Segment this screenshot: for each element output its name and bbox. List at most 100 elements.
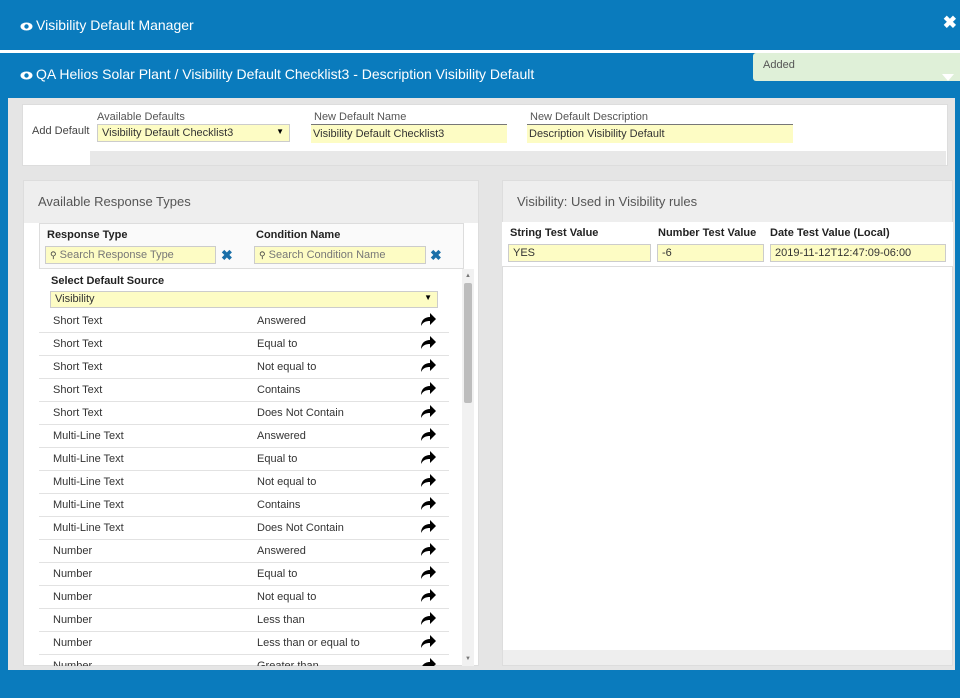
list-item[interactable]: Short Text Does Not Contain: [39, 402, 449, 425]
list-item[interactable]: Multi-Line Text Equal to: [39, 448, 449, 471]
new-default-description-input[interactable]: Description Visibility Default: [527, 124, 793, 143]
condition-name-cell: Contains: [257, 499, 301, 511]
condition-name-cell: Not equal to: [257, 476, 317, 488]
search-condition-name-placeholder: Search Condition Name: [268, 249, 386, 261]
frame-left: [0, 98, 8, 698]
response-type-cell: Short Text: [53, 407, 103, 419]
share-arrow-icon[interactable]: [419, 381, 437, 397]
condition-name-cell: Equal to: [257, 338, 298, 350]
date-test-value-input[interactable]: 2019-11-12T12:47:09-06:00: [770, 244, 946, 262]
clear-response-search-icon[interactable]: ✖: [221, 247, 233, 264]
visibility-rules-footer: [503, 650, 952, 665]
subheader-title: QA Helios Solar Plant / Visibility Defau…: [20, 66, 534, 82]
condition-name-cell: Not equal to: [257, 361, 317, 373]
response-type-list: Select Default Source Visibility ▼ Short…: [39, 269, 449, 666]
search-response-type-input[interactable]: ⚲ Search Response Type: [45, 246, 216, 264]
share-arrow-icon[interactable]: [419, 312, 437, 328]
list-item[interactable]: Short Text Contains: [39, 379, 449, 402]
window-title: Visibility Default Manager: [20, 17, 194, 33]
share-arrow-icon[interactable]: [419, 542, 437, 558]
new-default-description-label: New Default Description: [530, 111, 648, 123]
frame-right: [955, 98, 960, 698]
share-arrow-icon[interactable]: [419, 473, 437, 489]
list-item[interactable]: Number Less than: [39, 609, 449, 632]
share-arrow-icon[interactable]: [419, 427, 437, 443]
available-response-types-title: Available Response Types: [24, 181, 478, 223]
share-arrow-icon[interactable]: [419, 404, 437, 420]
eye-icon: [20, 71, 33, 80]
response-type-cell: Number: [53, 568, 93, 580]
response-type-cell: Multi-Line Text: [53, 453, 124, 465]
scroll-up-arrow-icon[interactable]: ▲: [465, 273, 471, 279]
list-item[interactable]: Short Text Answered: [39, 310, 449, 333]
condition-name-cell: Less than or equal to: [257, 637, 360, 649]
share-arrow-icon[interactable]: [419, 611, 437, 627]
condition-name-cell: Does Not Contain: [257, 522, 344, 534]
share-arrow-icon[interactable]: [419, 657, 437, 666]
condition-name-cell: Not equal to: [257, 591, 317, 603]
list-item[interactable]: Short Text Equal to: [39, 333, 449, 356]
response-type-cell: Multi-Line Text: [53, 522, 124, 534]
share-arrow-icon[interactable]: [419, 335, 437, 351]
default-source-select[interactable]: Visibility ▼: [50, 291, 438, 308]
share-arrow-icon[interactable]: [419, 588, 437, 604]
share-arrow-icon[interactable]: [419, 565, 437, 581]
list-item[interactable]: Short Text Not equal to: [39, 356, 449, 379]
response-type-cell: Short Text: [53, 338, 103, 350]
clear-condition-search-icon[interactable]: ✖: [430, 247, 442, 264]
close-icon[interactable]: ✖: [943, 13, 957, 33]
eye-icon: [20, 22, 33, 31]
window-titlebar: Visibility Default Manager ✖: [0, 0, 960, 50]
response-type-cell: Multi-Line Text: [53, 499, 124, 511]
response-type-cell: Number: [53, 614, 93, 626]
visibility-rules-body: [503, 270, 952, 650]
list-item[interactable]: Number Less than or equal to: [39, 632, 449, 655]
search-condition-name-input[interactable]: ⚲ Search Condition Name: [254, 246, 426, 264]
available-defaults-select[interactable]: Visibility Default Checklist3 ▼: [97, 124, 290, 142]
response-type-cell: Number: [53, 660, 93, 666]
condition-name-cell: Equal to: [257, 453, 298, 465]
list-item[interactable]: Multi-Line Text Answered: [39, 425, 449, 448]
list-item[interactable]: Multi-Line Text Does Not Contain: [39, 517, 449, 540]
test-values-table: String Test Value Number Test Value Date…: [502, 222, 953, 267]
dropdown-caret-icon: ▼: [424, 293, 432, 302]
chevron-down-icon[interactable]: [942, 74, 954, 81]
condition-name-cell: Less than: [257, 614, 305, 626]
new-default-name-input[interactable]: Visibility Default Checklist3: [311, 124, 507, 143]
list-item[interactable]: Number Greater than: [39, 655, 449, 666]
list-item[interactable]: Multi-Line Text Not equal to: [39, 471, 449, 494]
list-scrollbar[interactable]: ▲ ▼: [462, 269, 474, 666]
list-item[interactable]: Number Equal to: [39, 563, 449, 586]
search-icon: ⚲: [50, 250, 57, 260]
number-test-value-input[interactable]: -6: [657, 244, 764, 262]
condition-name-cell: Answered: [257, 430, 306, 442]
share-arrow-icon[interactable]: [419, 358, 437, 374]
share-arrow-icon[interactable]: [419, 450, 437, 466]
footer-bar: [0, 670, 960, 698]
response-type-column-header[interactable]: Response Type: [47, 229, 128, 241]
response-type-cell: Multi-Line Text: [53, 430, 124, 442]
dropdown-caret-icon: ▼: [276, 127, 284, 136]
scroll-down-arrow-icon[interactable]: ▼: [465, 656, 471, 662]
response-type-cell: Short Text: [53, 384, 103, 396]
list-item[interactable]: Number Not equal to: [39, 586, 449, 609]
string-test-value-input[interactable]: YES: [508, 244, 651, 262]
available-defaults-label: Available Defaults: [97, 111, 185, 123]
add-default-footer: [90, 151, 946, 165]
list-item[interactable]: Multi-Line Text Contains: [39, 494, 449, 517]
search-icon: ⚲: [259, 250, 266, 260]
condition-name-column-header[interactable]: Condition Name: [256, 229, 340, 241]
scrollbar-thumb[interactable]: [464, 283, 472, 403]
visibility-rules-title: Visibility: Used in Visibility rules: [503, 181, 952, 223]
added-toast: Added: [753, 53, 960, 81]
condition-name-cell: Greater than: [257, 660, 319, 666]
available-defaults-value: Visibility Default Checklist3: [102, 127, 234, 139]
share-arrow-icon[interactable]: [419, 496, 437, 512]
share-arrow-icon[interactable]: [419, 634, 437, 650]
response-table-header: Response Type Condition Name ⚲ Search Re…: [39, 223, 464, 269]
condition-name-cell: Equal to: [257, 568, 298, 580]
add-default-label: Add Default: [32, 125, 90, 137]
share-arrow-icon[interactable]: [419, 519, 437, 535]
list-item[interactable]: Number Answered: [39, 540, 449, 563]
select-default-source-label: Select Default Source: [51, 275, 165, 287]
